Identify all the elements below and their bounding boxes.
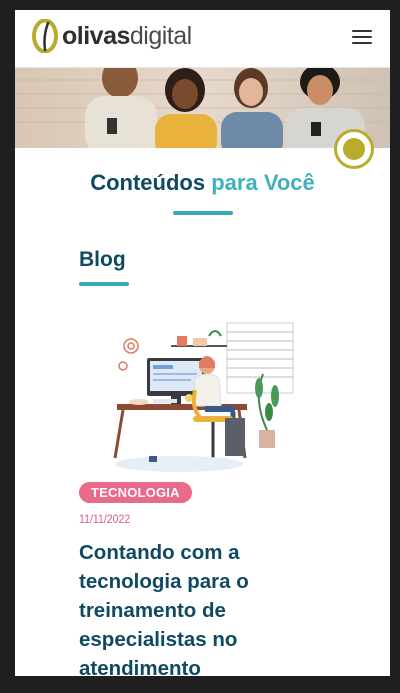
post-date: 11/11/2022	[79, 512, 131, 526]
blog-heading-underline	[79, 282, 129, 286]
people-photo	[15, 68, 390, 148]
app-screen: olivasdigital Conteúdos para Você Blog T…	[15, 10, 390, 676]
post-title-link[interactable]: Contando com a tecnologia para o treinam…	[79, 538, 339, 676]
blog-heading: Blog	[79, 248, 126, 271]
category-tag[interactable]: TECNOLOGIA	[79, 482, 192, 503]
hero-image	[15, 68, 390, 148]
woman-working-at-desk-illustration[interactable]	[109, 318, 299, 478]
logo-text: olivasdigital	[62, 22, 192, 50]
section-title-underline	[173, 211, 233, 215]
olive-logo-icon	[32, 19, 58, 53]
logo[interactable]: olivasdigital	[31, 19, 192, 53]
site-header: olivasdigital	[15, 10, 390, 68]
hamburger-menu-icon[interactable]	[352, 30, 372, 46]
record-circle-icon[interactable]	[334, 129, 374, 169]
section-title: Conteúdos para Você	[90, 170, 315, 195]
